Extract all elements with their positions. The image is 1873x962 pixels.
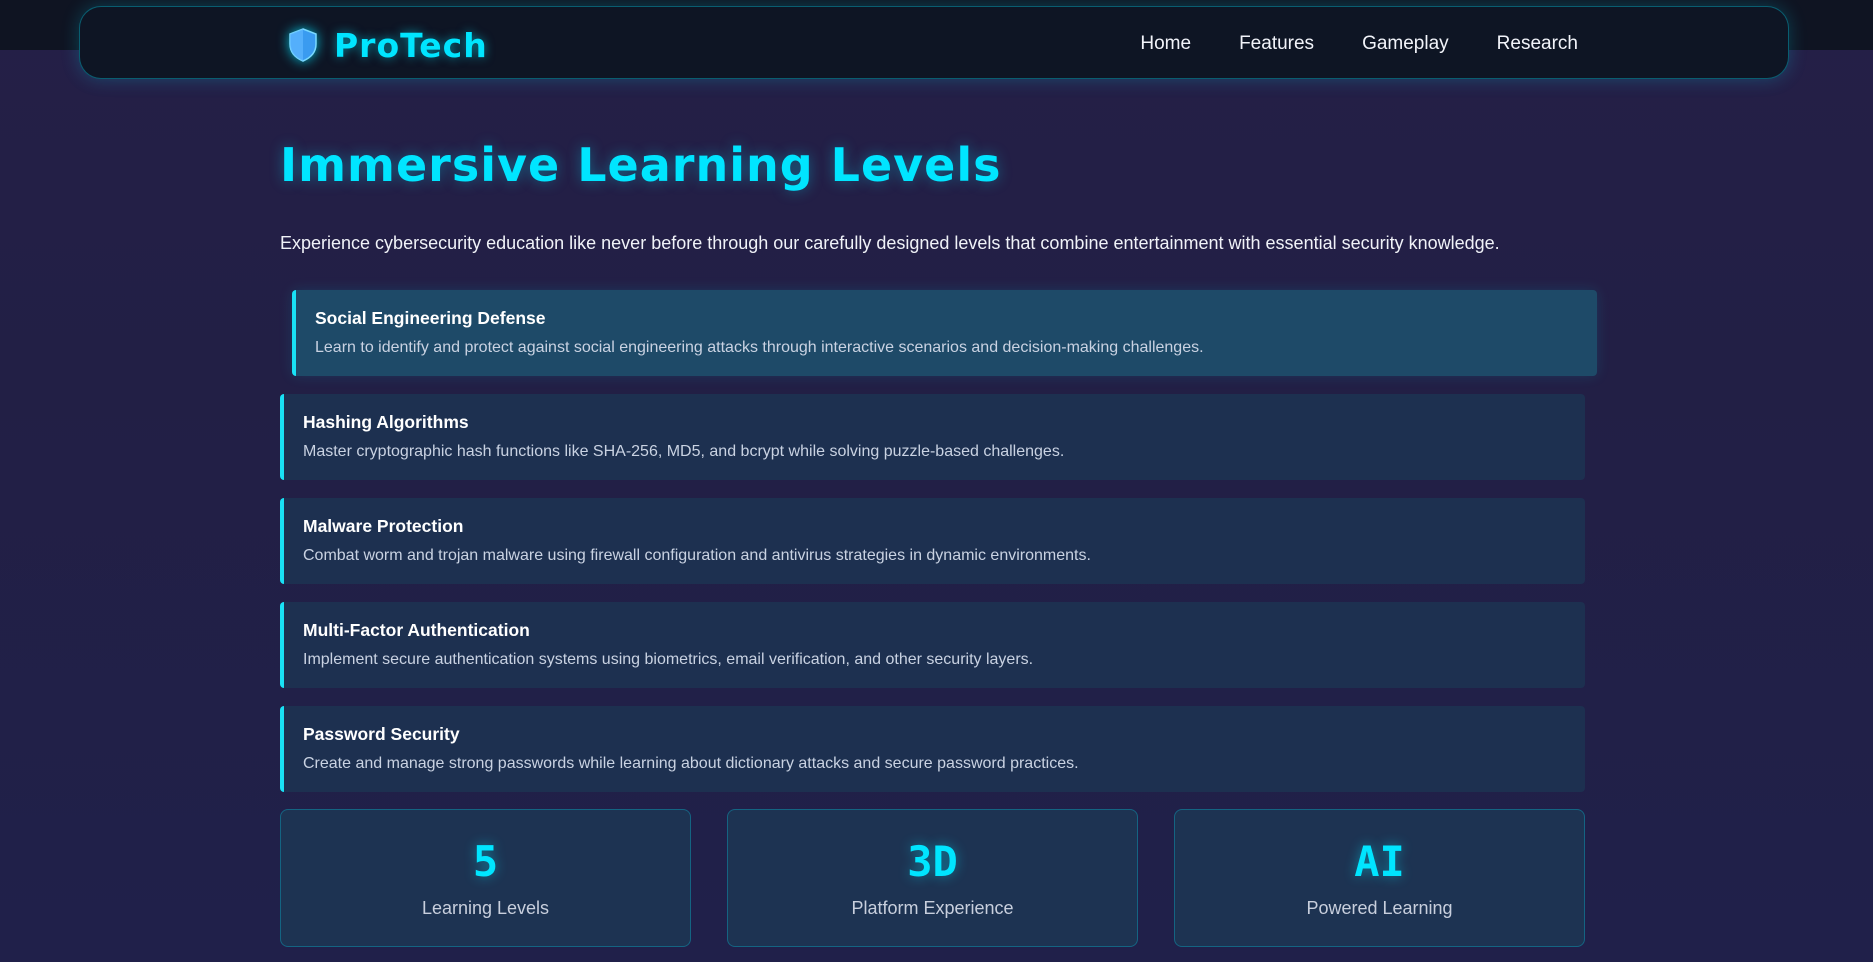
stat-label: Platform Experience	[851, 898, 1014, 918]
stat-card-platform: 3D Platform Experience	[727, 809, 1138, 947]
stat-label: Learning Levels	[421, 898, 550, 918]
level-card-mfa[interactable]: Multi-Factor Authentication Implement se…	[280, 602, 1585, 688]
level-title: Malware Protection	[303, 516, 464, 536]
nav-links: Home Features Gameplay Research	[1140, 7, 1578, 80]
stat-value: 5	[472, 837, 499, 886]
level-description: Combat worm and trojan malware using fir…	[303, 547, 1091, 564]
nav-link-home[interactable]: Home	[1140, 33, 1191, 55]
level-card-social-engineering[interactable]: Social Engineering Defense Learn to iden…	[292, 290, 1597, 376]
level-card-hashing[interactable]: Hashing Algorithms Master cryptographic …	[280, 394, 1585, 480]
nav-link-gameplay[interactable]: Gameplay	[1362, 33, 1449, 55]
nav-link-research[interactable]: Research	[1497, 33, 1578, 55]
level-card-password[interactable]: Password Security Create and manage stro…	[280, 706, 1585, 792]
intro-text: Experience cybersecurity education like …	[280, 233, 1500, 253]
page-title: Immersive Learning Levels	[280, 138, 1002, 192]
nav-link-features[interactable]: Features	[1239, 33, 1314, 55]
level-card-malware[interactable]: Malware Protection Combat worm and troja…	[280, 498, 1585, 584]
navbar: ProTech Home Features Gameplay Research	[79, 6, 1789, 79]
stat-value: AI	[1354, 837, 1405, 886]
page: ProTech Home Features Gameplay Research …	[0, 0, 1873, 962]
stat-card-ai: AI Powered Learning	[1174, 809, 1585, 947]
stat-card-levels: 5 Learning Levels	[280, 809, 691, 947]
level-title: Hashing Algorithms	[303, 412, 469, 432]
level-title: Password Security	[303, 724, 460, 744]
level-description: Implement secure authentication systems …	[303, 651, 1034, 668]
level-title: Social Engineering Defense	[315, 308, 546, 328]
level-description: Learn to identify and protect against so…	[315, 339, 1204, 356]
level-description: Create and manage strong passwords while…	[303, 755, 1079, 772]
brand-name: ProTech	[334, 25, 488, 65]
stat-value: 3D	[907, 837, 958, 886]
shield-icon	[289, 28, 317, 62]
level-title: Multi-Factor Authentication	[303, 620, 530, 640]
stat-label: Powered Learning	[1306, 898, 1453, 918]
level-description: Master cryptographic hash functions like…	[303, 443, 1065, 460]
brand-logo[interactable]: ProTech	[288, 25, 488, 65]
